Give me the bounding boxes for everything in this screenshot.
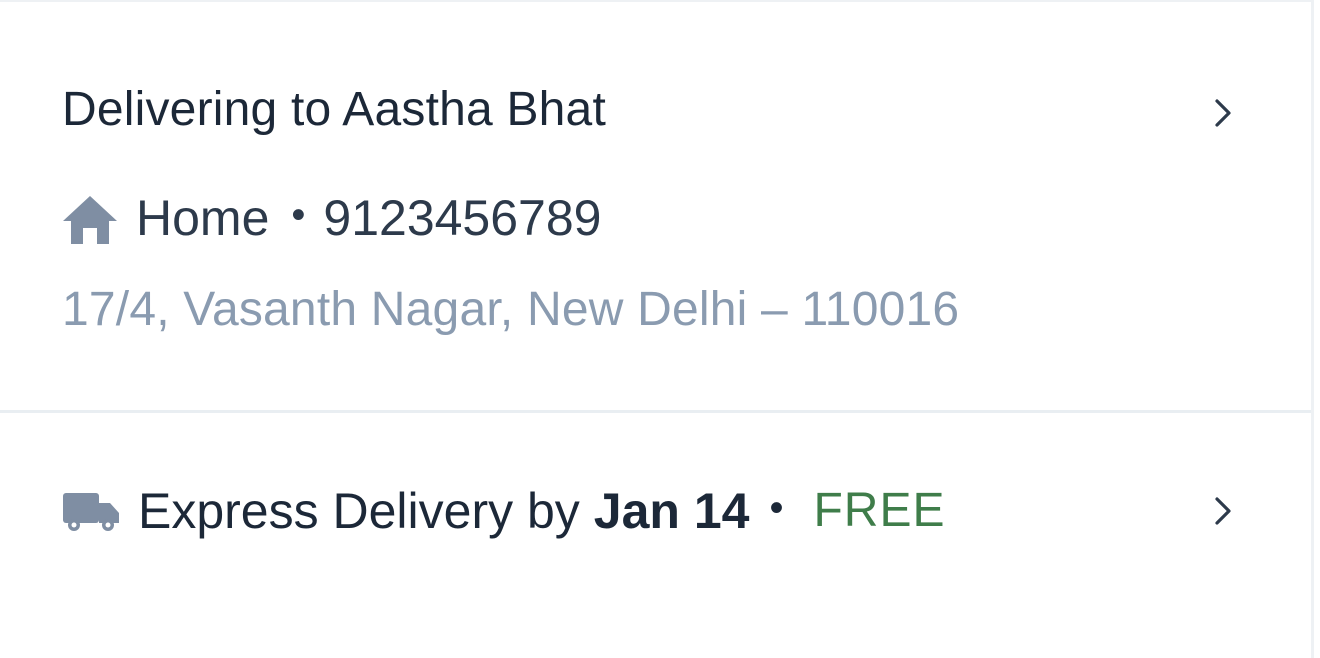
delivery-text: Express Delivery by (138, 483, 580, 539)
chevron-right-icon[interactable] (1203, 93, 1243, 133)
separator-dot: • (769, 485, 784, 530)
delivery-card: Delivering to Aastha Bhat Home • 9123456… (0, 0, 1314, 658)
chevron-right-icon[interactable] (1203, 491, 1243, 531)
truck-icon (62, 489, 120, 533)
address-section[interactable]: Delivering to Aastha Bhat Home • 9123456… (0, 2, 1311, 410)
delivery-section[interactable]: Express Delivery by Jan 14 • FREE (0, 413, 1311, 658)
delivering-to-title: Delivering to Aastha Bhat (62, 83, 606, 136)
phone-number: 9123456789 (323, 190, 602, 246)
address-line: 17/4, Vasanth Nagar, New Delhi – 110016 (62, 283, 960, 336)
separator-dot: • (291, 192, 306, 237)
delivery-date: Jan 14 (593, 483, 750, 539)
contact-row: Home • 9123456789 (62, 188, 601, 248)
delivery-row: Express Delivery by Jan 14 • FREE (62, 479, 946, 543)
home-icon (62, 194, 118, 246)
address-label: Home (136, 190, 270, 246)
delivery-price: FREE (813, 484, 946, 537)
